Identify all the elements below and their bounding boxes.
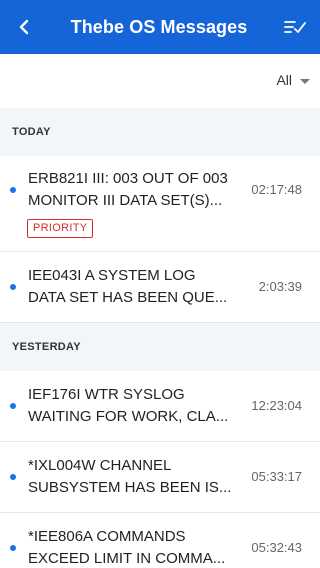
message-time: 02:17:48 — [251, 182, 302, 197]
unread-dot-icon — [10, 284, 16, 290]
mark-all-read-button[interactable] — [282, 15, 308, 39]
message-item[interactable]: ERB821I III: 003 OUT OF 003 MONITOR III … — [0, 156, 320, 252]
message-item[interactable]: *IEE806A COMMANDS EXCEED LIMIT IN COMMA.… — [0, 513, 320, 568]
message-text: *IXL004W CHANNEL SUBSYSTEM HAS BEEN IS..… — [28, 455, 238, 499]
message-item[interactable]: IEF176I WTR SYSLOG WAITING FOR WORK, CLA… — [0, 371, 320, 442]
priority-badge: PRIORITY — [27, 219, 94, 238]
message-text: ERB821I III: 003 OUT OF 003 MONITOR III … — [28, 168, 238, 212]
message-line-1: IEF176I WTR SYSLOG — [28, 386, 185, 403]
unread-dot-icon — [10, 403, 16, 409]
message-line-1: *IXL004W CHANNEL — [28, 457, 172, 474]
message-time: 12:23:04 — [251, 398, 302, 413]
message-text: IEE043I A SYSTEM LOG DATA SET HAS BEEN Q… — [28, 265, 238, 309]
section-title: YESTERDAY — [12, 341, 81, 353]
app-bar: Thebe OS Messages — [0, 0, 320, 54]
caret-down-icon — [300, 78, 310, 84]
mark-all-read-icon — [284, 21, 306, 33]
message-text: IEF176I WTR SYSLOG WAITING FOR WORK, CLA… — [28, 384, 238, 428]
message-time: 2:03:39 — [258, 279, 302, 294]
message-line-1: IEE043I A SYSTEM LOG — [28, 267, 196, 284]
section-header-yesterday: YESTERDAY — [0, 323, 320, 371]
filter-dropdown[interactable]: All — [276, 72, 310, 88]
message-item[interactable]: IEE043I A SYSTEM LOG DATA SET HAS BEEN Q… — [0, 252, 320, 323]
unread-dot-icon — [10, 187, 16, 193]
message-line-2: DATA SET HAS BEEN QUE... — [28, 289, 228, 306]
message-line-2: EXCEED LIMIT IN COMMA... — [28, 550, 226, 567]
message-time: 05:32:43 — [251, 540, 302, 555]
page-title-text: Thebe OS Messages — [70, 16, 248, 37]
filter-selected-label: All — [276, 72, 292, 88]
filter-bar: All — [0, 54, 320, 108]
message-time: 05:33:17 — [251, 469, 302, 484]
message-line-1: ERB821I III: 003 OUT OF 003 — [28, 170, 228, 187]
message-text: *IEE806A COMMANDS EXCEED LIMIT IN COMMA.… — [28, 526, 238, 568]
message-line-2: SUBSYSTEM HAS BEEN IS... — [28, 479, 232, 496]
section-title: TODAY — [12, 126, 51, 138]
unread-dot-icon — [10, 474, 16, 480]
unread-dot-icon — [10, 545, 16, 551]
section-header-today: TODAY — [0, 108, 320, 156]
message-line-2: WAITING FOR WORK, CLA... — [28, 408, 229, 425]
message-line-2: MONITOR III DATA SET(S)... — [28, 192, 223, 209]
message-item[interactable]: *IXL004W CHANNEL SUBSYSTEM HAS BEEN IS..… — [0, 442, 320, 513]
message-line-1: *IEE806A COMMANDS — [28, 528, 186, 545]
page-title: Thebe OS Messages — [0, 17, 320, 38]
